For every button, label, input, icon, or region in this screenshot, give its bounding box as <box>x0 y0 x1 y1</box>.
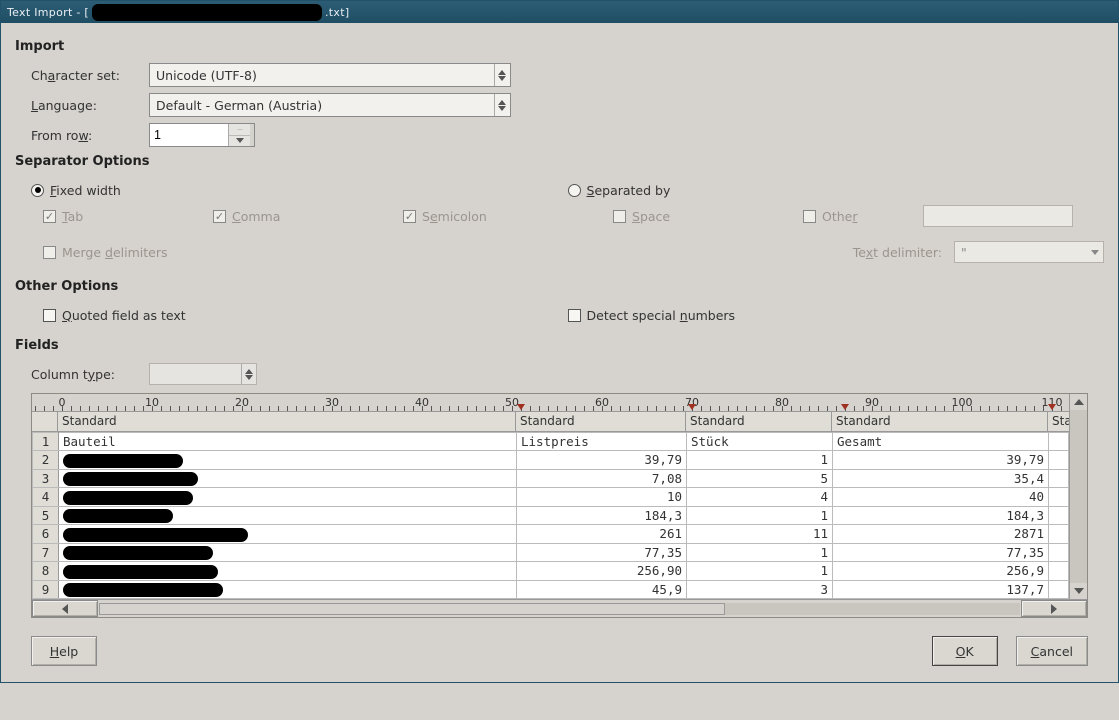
scroll-down-icon[interactable] <box>1070 583 1087 599</box>
checkbox-icon <box>43 246 56 259</box>
checkbox-icon <box>43 309 56 322</box>
separator-radio-group: Fixed width Separated by <box>31 177 1104 203</box>
table-row[interactable]: 8256,901256,9 <box>33 562 1069 581</box>
dialog-content: Import Character set: Unicode (UTF-8) La… <box>1 23 1118 682</box>
table-row[interactable]: 410440 <box>33 488 1069 507</box>
help-button[interactable]: Help <box>31 636 97 666</box>
table-row[interactable]: 1 Bauteil Listpreis Stück Gesamt <box>33 433 1069 451</box>
titlebar-prefix: Text Import - [ <box>7 6 89 19</box>
text-delimiter-value: " <box>961 245 967 260</box>
fromrow-row: From row: <box>31 122 1104 148</box>
table-row[interactable]: 945,93137,7 <box>33 580 1069 599</box>
colhead-2[interactable]: Standard <box>686 412 832 431</box>
colhead-1[interactable]: Standard <box>516 412 686 431</box>
fields-heading: Fields <box>15 338 1104 353</box>
scroll-left-icon[interactable] <box>32 600 98 617</box>
checkbox-icon <box>803 210 816 223</box>
text-import-dialog: Text Import - [ .txt] Import Character s… <box>0 0 1119 683</box>
other-options-heading: Other Options <box>15 279 1104 294</box>
comma-checkbox: Comma <box>213 203 403 229</box>
separator-heading: Separator Options <box>15 154 1104 169</box>
colhead-3[interactable]: Standard <box>832 412 1048 431</box>
charset-combo[interactable]: Unicode (UTF-8) <box>149 63 511 87</box>
fixed-width-radio[interactable]: Fixed width <box>31 177 568 203</box>
space-checkbox: Space <box>613 203 803 229</box>
merge-delimiters-checkbox: Merge delimiters <box>43 239 613 265</box>
scroll-track[interactable] <box>99 603 1020 615</box>
scroll-thumb[interactable] <box>99 603 725 615</box>
radio-icon <box>568 184 581 197</box>
checkbox-icon <box>213 210 226 223</box>
charset-value: Unicode (UTF-8) <box>156 68 257 83</box>
charset-row: Character set: Unicode (UTF-8) <box>31 62 1104 88</box>
other-checkbox: Other <box>803 203 923 229</box>
other-input <box>923 205 1073 227</box>
titlebar: Text Import - [ .txt] <box>1 1 1118 23</box>
text-delimiter-combo: " <box>954 241 1104 263</box>
column-type-label: Column type: <box>31 367 141 382</box>
charset-label: Character set: <box>31 68 141 83</box>
semicolon-checkbox: Semicolon <box>403 203 613 229</box>
quoted-field-checkbox[interactable]: Quoted field as text <box>43 302 568 328</box>
text-delimiter-label: Text delimiter: <box>853 245 942 260</box>
checkbox-icon <box>403 210 416 223</box>
fromrow-spinbox[interactable] <box>149 123 255 147</box>
table-row[interactable]: 37,08535,4 <box>33 469 1069 488</box>
vertical-scrollbar[interactable] <box>1069 394 1087 599</box>
checkbox-icon <box>613 210 626 223</box>
ruler[interactable]: 0102030405060708090100110 <box>32 394 1087 412</box>
language-row: Language: Default - German (Austria) <box>31 92 1104 118</box>
column-headers[interactable]: Standard Standard Standard Standard Stan <box>32 412 1087 432</box>
horizontal-scrollbar[interactable] <box>32 599 1087 617</box>
scroll-track[interactable] <box>1070 410 1087 583</box>
preview-area: 0102030405060708090100110 Standard Stand… <box>31 393 1088 618</box>
titlebar-filename-redacted <box>92 4 322 21</box>
right-buttons: OK Cancel <box>932 636 1088 666</box>
language-combo[interactable]: Default - German (Austria) <box>149 93 511 117</box>
checkbox-icon <box>43 210 56 223</box>
other-options-group: Quoted field as text Detect special numb… <box>31 302 1104 328</box>
table-row[interactable]: 239,79139,79 <box>33 451 1069 470</box>
text-delimiter-row: Text delimiter: " <box>803 241 1104 263</box>
radio-icon <box>31 184 44 197</box>
preview-table[interactable]: 1 Bauteil Listpreis Stück Gesamt 239,791… <box>32 432 1069 599</box>
combo-spin-icon <box>241 364 253 384</box>
ok-button[interactable]: OK <box>932 636 998 666</box>
other-input-wrap <box>923 205 1104 227</box>
separated-by-radio[interactable]: Separated by <box>568 177 1105 203</box>
combo-spin-icon <box>494 94 506 116</box>
scroll-up-icon[interactable] <box>1070 394 1087 410</box>
checkbox-icon <box>568 309 581 322</box>
detect-numbers-checkbox[interactable]: Detect special numbers <box>568 302 1105 328</box>
fromrow-label: From row: <box>31 128 141 143</box>
combo-spin-icon <box>494 64 506 86</box>
scroll-right-icon[interactable] <box>1021 600 1087 617</box>
button-bar: Help OK Cancel <box>31 636 1088 666</box>
language-label: Language: <box>31 98 141 113</box>
spin-buttons[interactable] <box>228 124 250 146</box>
titlebar-suffix: .txt] <box>325 6 349 19</box>
tab-checkbox: Tab <box>43 203 213 229</box>
separator-checkboxes: Tab Comma Semicolon Space Other Merge <box>43 203 1104 265</box>
table-row[interactable]: 5184,31184,3 <box>33 506 1069 525</box>
colhead-0[interactable]: Standard <box>58 412 516 431</box>
column-type-row: Column type: <box>31 361 1104 387</box>
language-value: Default - German (Austria) <box>156 98 322 113</box>
cancel-button[interactable]: Cancel <box>1016 636 1088 666</box>
table-row[interactable]: 6261112871 <box>33 525 1069 544</box>
table-row[interactable]: 777,35177,35 <box>33 543 1069 562</box>
chevron-down-icon <box>1091 250 1099 255</box>
column-type-combo <box>149 363 257 385</box>
fromrow-input[interactable] <box>150 124 228 146</box>
import-heading: Import <box>15 39 1104 54</box>
